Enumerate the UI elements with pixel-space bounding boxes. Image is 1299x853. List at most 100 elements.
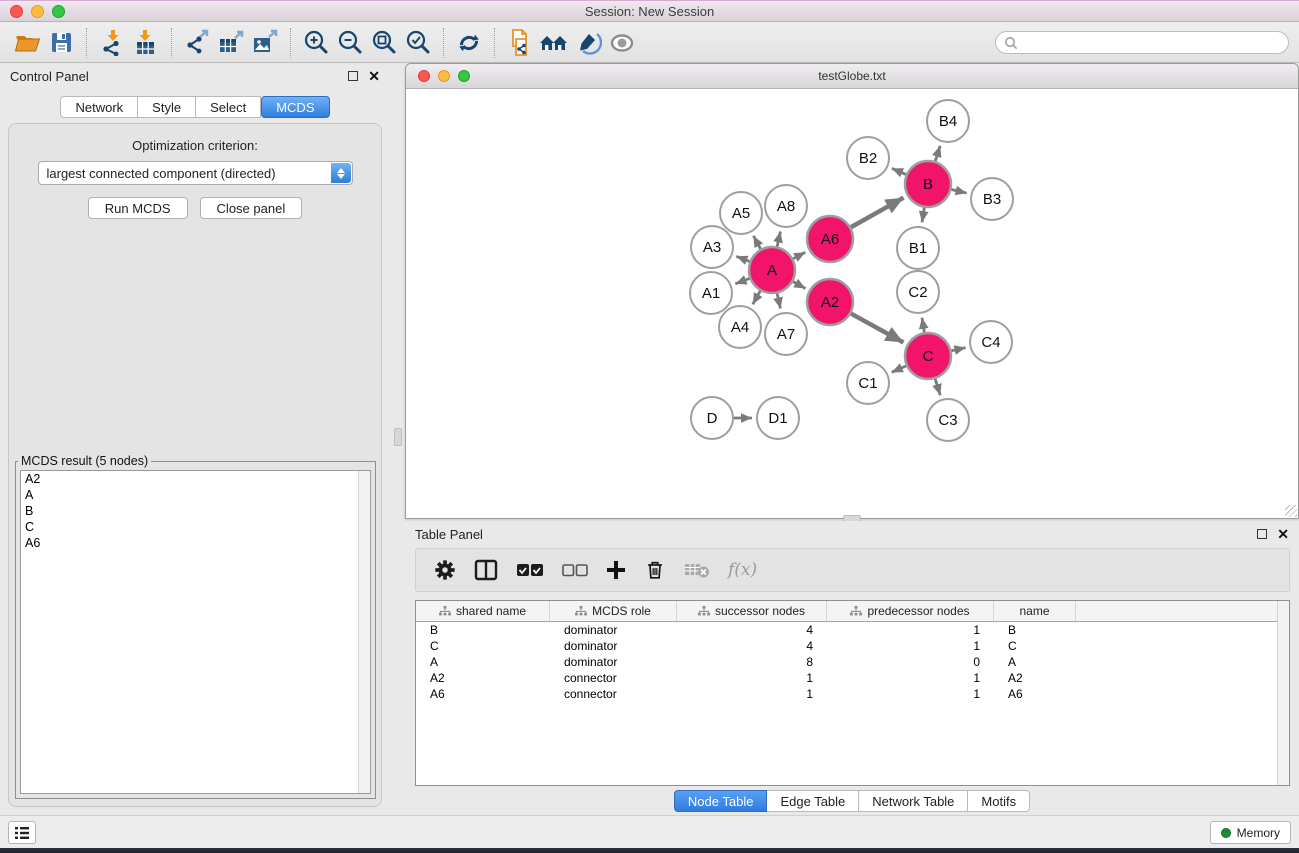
column-header-successor-nodes[interactable]: successor nodes (677, 601, 827, 621)
cell-name[interactable]: A6 (994, 686, 1076, 702)
function-builder-button[interactable]: f(x) (728, 560, 757, 580)
cell-shared-name[interactable]: A (416, 654, 550, 670)
unselect-all-columns-button[interactable] (562, 564, 588, 577)
zoom-out-button[interactable] (333, 27, 367, 59)
result-item[interactable]: A6 (21, 535, 370, 551)
zoom-selected-button[interactable] (401, 27, 435, 59)
export-image-button[interactable] (248, 27, 282, 59)
tab-motifs[interactable]: Motifs (968, 790, 1030, 812)
edge-A2-C[interactable] (851, 314, 903, 343)
cybrowser-home-button[interactable] (537, 27, 571, 59)
delete-column-button[interactable] (644, 558, 666, 582)
cell-shared-name[interactable]: B (416, 622, 550, 638)
cell-name[interactable]: C (994, 638, 1076, 654)
cell-successor-nodes[interactable]: 1 (677, 686, 827, 702)
table-row[interactable]: Adominator80A (416, 654, 1289, 670)
zoom-in-button[interactable] (299, 27, 333, 59)
import-network-button[interactable] (95, 27, 129, 59)
cell-successor-nodes[interactable]: 4 (677, 622, 827, 638)
tab-node-table[interactable]: Node Table (674, 790, 768, 812)
cell-name[interactable]: A2 (994, 670, 1076, 686)
edge-A6-B[interactable] (851, 198, 904, 228)
float-panel-icon[interactable] (1257, 529, 1267, 539)
column-header-name[interactable]: name (994, 601, 1076, 621)
cell-MCDS-role[interactable]: connector (550, 686, 677, 702)
edge-B-B1[interactable] (922, 208, 924, 223)
edge-A-A2[interactable] (793, 282, 805, 289)
mcds-result-list[interactable]: A2ABCA6 (20, 470, 371, 794)
edge-C-C4[interactable] (951, 348, 965, 351)
save-session-button[interactable] (44, 27, 78, 59)
float-panel-icon[interactable] (348, 71, 358, 81)
zoom-fit-button[interactable] (367, 27, 401, 59)
edge-C-C3[interactable] (935, 379, 940, 395)
cell-name[interactable]: A (994, 654, 1076, 670)
edge-A-A6[interactable] (793, 252, 805, 258)
cell-predecessor-nodes[interactable]: 0 (827, 654, 994, 670)
edge-C-C1[interactable] (892, 366, 906, 372)
cell-predecessor-nodes[interactable]: 1 (827, 638, 994, 654)
network-close-button[interactable] (418, 70, 430, 82)
refresh-button[interactable] (452, 27, 486, 59)
edge-A-A8[interactable] (777, 231, 780, 246)
close-panel-button[interactable]: Close panel (200, 197, 303, 219)
cell-successor-nodes[interactable]: 1 (677, 670, 827, 686)
column-header-shared-name[interactable]: shared name (416, 601, 550, 621)
minimize-window-button[interactable] (31, 5, 44, 18)
close-window-button[interactable] (10, 5, 23, 18)
edge-C-C2[interactable] (922, 318, 924, 333)
close-panel-icon[interactable]: ✕ (1277, 529, 1289, 539)
edge-B-B2[interactable] (892, 168, 906, 174)
cell-MCDS-role[interactable]: dominator (550, 638, 677, 654)
cell-predecessor-nodes[interactable]: 1 (827, 686, 994, 702)
memory-button[interactable]: Memory (1210, 821, 1291, 844)
new-network-from-selection-button[interactable] (503, 27, 537, 59)
zoom-window-button[interactable] (52, 5, 65, 18)
open-session-button[interactable] (10, 27, 44, 59)
edge-A-A5[interactable] (753, 236, 760, 249)
tab-edge-table[interactable]: Edge Table (767, 790, 859, 812)
export-table-button[interactable] (214, 27, 248, 59)
tab-select[interactable]: Select (196, 96, 261, 118)
cell-shared-name[interactable]: A2 (416, 670, 550, 686)
result-item[interactable]: A (21, 487, 370, 503)
cell-predecessor-nodes[interactable]: 1 (827, 622, 994, 638)
cell-MCDS-role[interactable]: connector (550, 670, 677, 686)
table-scrollbar[interactable] (1277, 601, 1289, 785)
edge-B-B4[interactable] (935, 146, 940, 161)
cell-successor-nodes[interactable]: 8 (677, 654, 827, 670)
edge-A-A7[interactable] (777, 293, 780, 308)
annotation-toggle-button[interactable] (571, 27, 605, 59)
select-all-columns-button[interactable] (516, 563, 544, 577)
table-options-button[interactable] (434, 559, 456, 581)
column-header-predecessor-nodes[interactable]: predecessor nodes (827, 601, 994, 621)
cell-shared-name[interactable]: C (416, 638, 550, 654)
show-columns-button[interactable] (474, 559, 498, 581)
result-scrollbar[interactable] (358, 471, 370, 793)
result-item[interactable]: A2 (21, 471, 370, 487)
cell-MCDS-role[interactable]: dominator (550, 654, 677, 670)
window-resize-grip[interactable] (1285, 505, 1297, 517)
network-canvas[interactable]: B4B2BB3A5A8A6A3AB1A1A2C2A4A7C4CC1C3DD1 (407, 90, 1297, 517)
close-panel-icon[interactable]: ✕ (368, 71, 380, 81)
create-column-button[interactable] (606, 560, 626, 580)
table-row[interactable]: A6connector11A6 (416, 686, 1289, 702)
table-row[interactable]: Cdominator41C (416, 638, 1289, 654)
tab-network[interactable]: Network (60, 96, 138, 118)
table-row[interactable]: A2connector11A2 (416, 670, 1289, 686)
network-minimize-button[interactable] (438, 70, 450, 82)
column-header-MCDS-role[interactable]: MCDS role (550, 601, 677, 621)
export-network-button[interactable] (180, 27, 214, 59)
cell-shared-name[interactable]: A6 (416, 686, 550, 702)
cell-name[interactable]: B (994, 622, 1076, 638)
edge-A-A1[interactable] (735, 278, 749, 283)
edge-B-B3[interactable] (951, 189, 966, 193)
show-hide-graphics-button[interactable] (605, 27, 639, 59)
delete-table-button[interactable] (684, 561, 710, 579)
search-input[interactable] (995, 31, 1289, 54)
edge-A-A3[interactable] (736, 256, 749, 261)
network-zoom-button[interactable] (458, 70, 470, 82)
edge-A-A4[interactable] (753, 291, 761, 304)
result-item[interactable]: B (21, 503, 370, 519)
vertical-splitter-grip[interactable] (394, 428, 402, 446)
